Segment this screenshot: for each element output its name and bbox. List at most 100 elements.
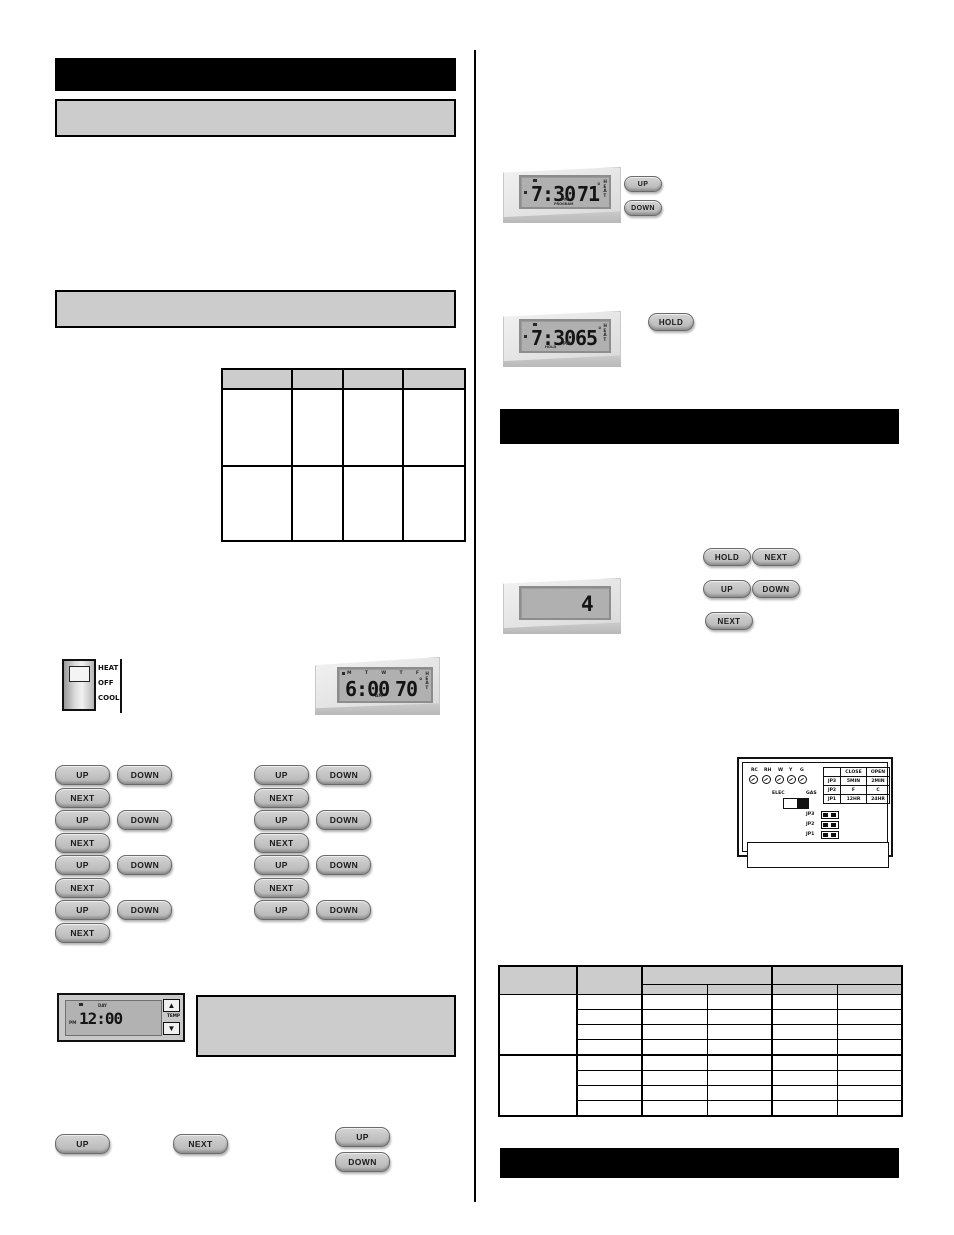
next-button[interactable]: NEXT	[55, 788, 110, 808]
schedule-cell	[221, 388, 293, 467]
fuel-switch[interactable]	[783, 798, 809, 809]
left-section-header-bar	[55, 58, 456, 91]
mode-switch-knob[interactable]	[69, 666, 90, 682]
lcd-mode-indicator: H E A T	[603, 180, 607, 199]
jumper-table-cell: JP1	[823, 794, 841, 804]
jumper-table-cell: F	[840, 785, 867, 795]
next-button[interactable]: NEXT	[55, 923, 110, 943]
down-button[interactable]: DOWN	[117, 855, 173, 875]
down-button[interactable]: DOWN	[316, 765, 372, 785]
up-button[interactable]: UP	[254, 900, 309, 920]
spec-sub-header	[771, 984, 838, 995]
footer-up-button-right[interactable]: UP	[335, 1127, 390, 1147]
up-button[interactable]: UP	[55, 810, 110, 830]
mode-switch[interactable]: HEAT OFF COOL	[62, 659, 172, 715]
schedule-table-header-cell	[291, 368, 344, 390]
mode-switch-labels: HEAT OFF COOL	[98, 661, 120, 706]
jumper-pin-block-jp3[interactable]	[821, 811, 839, 819]
down-button[interactable]: DOWN	[117, 810, 173, 830]
spec-cell	[706, 1085, 773, 1101]
left-info-box-middle	[55, 290, 456, 328]
next-button[interactable]: NEXT	[55, 833, 110, 853]
schedule-table-header-row	[221, 368, 466, 390]
mode-switch-option-heat[interactable]: HEAT	[98, 661, 120, 676]
display-b-up-button[interactable]: UP	[624, 176, 662, 192]
fuel-switch-knob	[797, 799, 808, 808]
lcd-cursor-dot	[524, 335, 527, 338]
up-button[interactable]: UP	[55, 900, 110, 920]
spec-cell	[576, 1009, 643, 1025]
table-row: JP2 F C	[823, 785, 890, 795]
spec-cell	[576, 1070, 643, 1086]
down-button[interactable]: DOWN	[117, 765, 173, 785]
terminal-label-y: Y	[789, 768, 793, 773]
spec-cell	[771, 1054, 838, 1071]
next-button[interactable]: NEXT	[254, 788, 309, 808]
schedule-cell	[402, 465, 466, 542]
next-button[interactable]: NEXT	[254, 878, 309, 898]
terminal-screw-rh	[762, 775, 771, 784]
button-row: UP DOWN	[55, 810, 173, 833]
down-button[interactable]: DOWN	[117, 900, 173, 920]
up-button[interactable]: UP	[55, 765, 110, 785]
jumper-table-header-blank	[823, 767, 841, 777]
jumper-pin-block-jp1[interactable]	[821, 831, 839, 839]
mini-thermostat-screen: DAY 12:00 PM	[65, 1000, 162, 1036]
right-section-header-bar	[500, 409, 899, 444]
display-d-next-button-top[interactable]: NEXT	[752, 548, 800, 566]
down-button[interactable]: DOWN	[316, 900, 372, 920]
spec-cell	[771, 1009, 838, 1025]
mode-switch-option-cool[interactable]: COOL	[98, 691, 120, 706]
footer-next-button[interactable]: NEXT	[173, 1134, 228, 1154]
spec-sub-header	[706, 984, 773, 995]
mode-switch-option-off[interactable]: OFF	[98, 676, 120, 691]
down-button[interactable]: DOWN	[316, 810, 372, 830]
footer-up-button[interactable]: UP	[55, 1134, 110, 1154]
down-arrow-icon: ▼	[167, 1023, 176, 1033]
spec-header-group-c	[641, 965, 773, 985]
mini-time: 12:00	[79, 1009, 123, 1028]
thermostat-display-d: 4	[503, 578, 621, 634]
up-button[interactable]: UP	[55, 855, 110, 875]
lcd-cursor-dot	[524, 191, 527, 194]
display-d-up-button[interactable]: UP	[703, 580, 751, 598]
display-c-hold-button[interactable]: HOLD	[648, 313, 694, 331]
button-row: UP DOWN	[254, 810, 372, 833]
temp-up-button[interactable]: ▲	[163, 999, 180, 1012]
spec-cell	[641, 994, 708, 1010]
lcd-cursor-dot	[342, 672, 345, 675]
mode-switch-frame[interactable]	[62, 659, 96, 711]
lcd-mode-indicator: H E A T	[603, 324, 607, 343]
down-button[interactable]: DOWN	[316, 855, 372, 875]
button-row: UP DOWN	[254, 855, 372, 878]
next-button[interactable]: NEXT	[55, 878, 110, 898]
lcd-meridiem: PM	[563, 342, 571, 347]
up-button[interactable]: UP	[254, 855, 309, 875]
button-row: UP DOWN	[55, 900, 173, 923]
display-d-down-button[interactable]: DOWN	[752, 580, 800, 598]
display-b-down-button[interactable]: DOWN	[624, 200, 662, 216]
lcd-degree-symbol: °	[598, 326, 602, 334]
jumper-pin-block-jp2[interactable]	[821, 821, 839, 829]
temp-down-button[interactable]: ▼	[163, 1022, 180, 1035]
spec-cell	[706, 1100, 773, 1117]
display-d-next-button-bottom[interactable]: NEXT	[705, 612, 753, 630]
jumper-table-cell: 5MIN	[840, 776, 867, 786]
up-arrow-icon: ▲	[167, 1000, 176, 1010]
spec-group-a-label	[498, 994, 578, 1056]
up-button[interactable]: UP	[254, 810, 309, 830]
spec-cell	[771, 994, 838, 1010]
day-indicator: W	[381, 671, 387, 676]
terminal-screw-y	[787, 775, 796, 784]
right-footer-header-bar	[500, 1148, 899, 1178]
next-button[interactable]: NEXT	[254, 833, 309, 853]
footer-down-button-right[interactable]: DOWN	[335, 1152, 390, 1172]
spec-cell	[641, 1039, 708, 1056]
lcd-sub-label: HOLD	[545, 345, 557, 349]
spec-cell	[836, 994, 903, 1010]
left-info-box-bottom	[196, 995, 456, 1057]
lcd-mode-indicator: H E A T	[425, 672, 429, 691]
display-d-hold-button[interactable]: HOLD	[703, 548, 751, 566]
up-button[interactable]: UP	[254, 765, 309, 785]
manual-page: HEAT OFF COOL M T W T F 6:00 70 ° AM H E	[0, 0, 954, 1235]
